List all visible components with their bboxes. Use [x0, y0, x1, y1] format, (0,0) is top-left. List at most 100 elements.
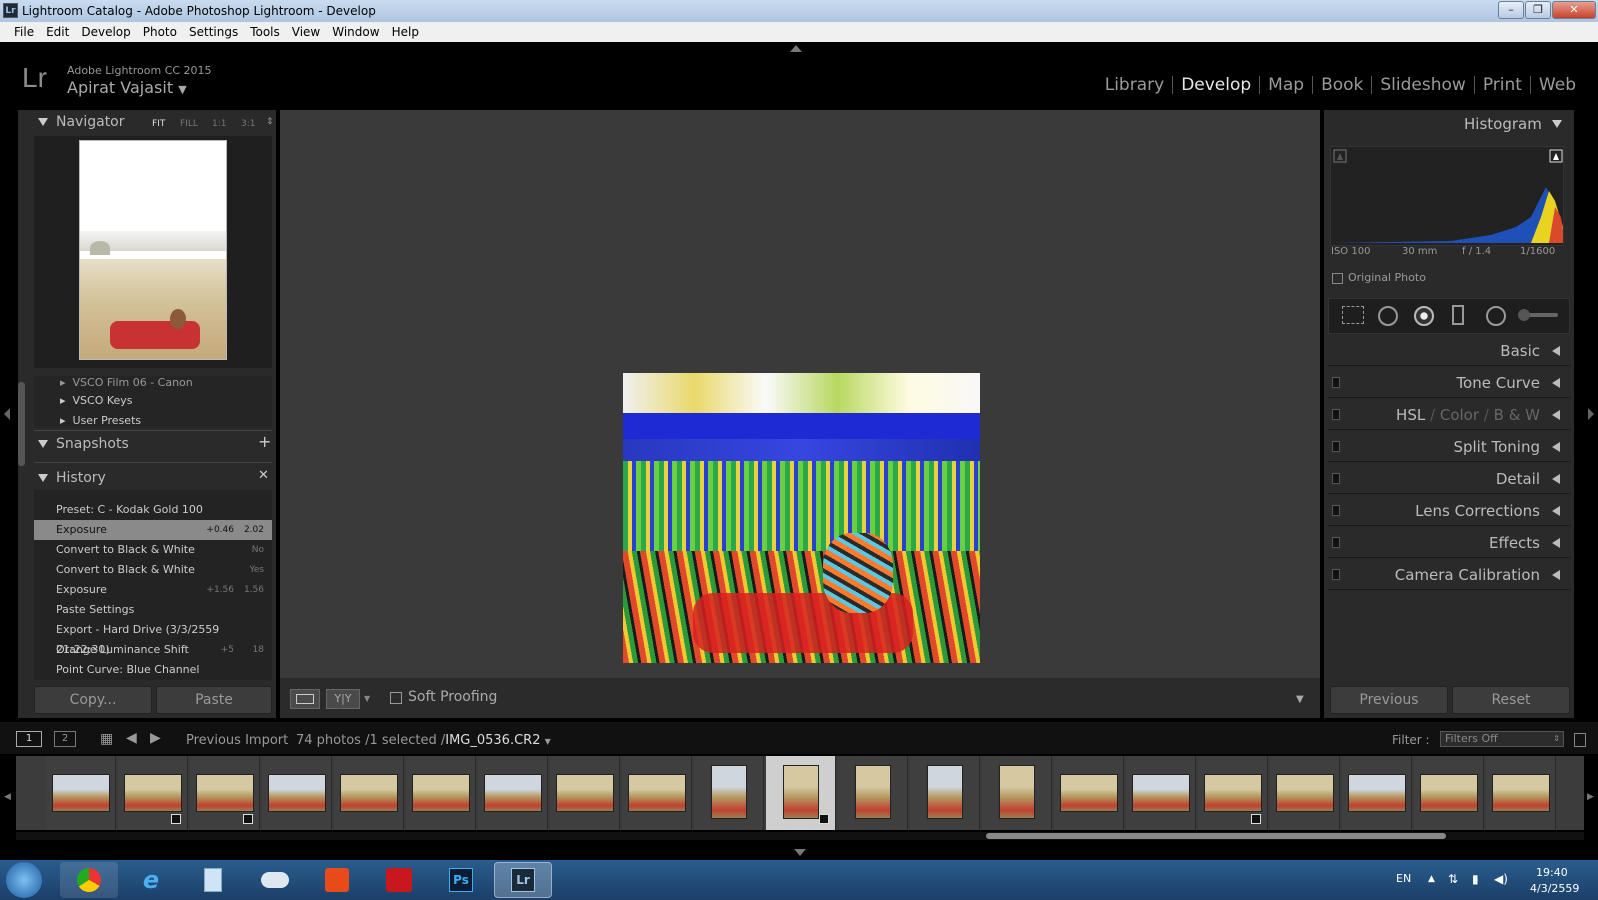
- module-develop[interactable]: Develop: [1172, 76, 1259, 94]
- bw-tab[interactable]: B & W: [1494, 406, 1540, 424]
- navigator-header[interactable]: Navigator: [38, 114, 125, 130]
- zoom-fit[interactable]: FIT: [152, 119, 165, 129]
- right-panel-toggle-icon[interactable]: [1588, 408, 1594, 420]
- filmstrip-cell[interactable]: [550, 756, 620, 830]
- taskbar-ie[interactable]: e: [122, 862, 180, 898]
- menu-edit[interactable]: Edit: [40, 25, 75, 39]
- filmstrip-cell[interactable]: [910, 756, 980, 830]
- panel-toggle-switch[interactable]: [1332, 441, 1340, 452]
- history-item[interactable]: Preset: C - Kodak Gold 100: [34, 500, 272, 520]
- panel-toggle-switch[interactable]: [1332, 377, 1340, 388]
- panel-detail[interactable]: Detail: [1328, 464, 1570, 494]
- forward-arrow-icon[interactable]: ▶: [150, 730, 161, 746]
- panel-basic[interactable]: Basic: [1328, 336, 1570, 366]
- filmstrip-cell[interactable]: [1054, 756, 1124, 830]
- adjustment-brush-icon[interactable]: [1518, 309, 1558, 321]
- develop-badge-icon[interactable]: [171, 814, 181, 824]
- menu-file[interactable]: File: [8, 25, 40, 39]
- left-panel-toggle-icon[interactable]: [4, 408, 10, 420]
- menu-settings[interactable]: Settings: [183, 25, 244, 39]
- filmstrip-left-arrow-icon[interactable]: ◀: [4, 792, 11, 802]
- primary-window-button[interactable]: 1: [16, 731, 42, 747]
- module-print[interactable]: Print: [1473, 76, 1530, 94]
- left-panel-scrollbar[interactable]: [18, 382, 25, 466]
- module-slideshow[interactable]: Slideshow: [1371, 76, 1473, 94]
- history-item[interactable]: Orange Luminance Shift +5 18: [34, 640, 272, 660]
- loupe-view-button[interactable]: [290, 689, 320, 709]
- bottom-panel-toggle-icon[interactable]: [794, 849, 806, 856]
- filmstrip-cell-selected[interactable]: [766, 756, 836, 830]
- start-button-icon[interactable]: [6, 862, 42, 898]
- filmstrip-cell[interactable]: [118, 756, 188, 830]
- filmstrip-cell[interactable]: [622, 756, 692, 830]
- filmstrip-cell[interactable]: [1270, 756, 1340, 830]
- photo-count[interactable]: 74 photos /1 selected /IMG_0536.CR2 ▼: [296, 733, 551, 748]
- zoom-fill[interactable]: FILL: [180, 119, 198, 129]
- filmstrip-cell[interactable]: [1198, 756, 1268, 830]
- filmstrip-cell[interactable]: [46, 756, 116, 830]
- spot-removal-icon[interactable]: [1378, 306, 1398, 326]
- tray-sync-icon[interactable]: ⇅: [1448, 872, 1458, 886]
- filmstrip-cell[interactable]: [982, 756, 1052, 830]
- panel-toggle-switch[interactable]: [1332, 505, 1340, 516]
- network-icon[interactable]: ▮: [1472, 872, 1479, 886]
- collapse-triangle-icon[interactable]: [1552, 120, 1562, 128]
- panel-hsl[interactable]: HSL / Color / B & W: [1328, 400, 1570, 430]
- taskbar-lightroom[interactable]: Lr: [494, 862, 552, 898]
- filmstrip-right-arrow-icon[interactable]: ▶: [1587, 792, 1594, 802]
- clock-time[interactable]: 19:40: [1536, 866, 1568, 879]
- panel-toggle-switch[interactable]: [1332, 569, 1340, 580]
- filmstrip-cell[interactable]: [1126, 756, 1196, 830]
- original-photo-checkbox[interactable]: [1332, 273, 1343, 284]
- filmstrip-cell[interactable]: [262, 756, 332, 830]
- filmstrip-scrollbar[interactable]: [986, 833, 1446, 839]
- copy-button[interactable]: Copy...: [34, 686, 152, 714]
- menu-help[interactable]: Help: [386, 25, 425, 39]
- secondary-window-button[interactable]: 2: [54, 731, 76, 747]
- filmstrip-cell[interactable]: [1486, 756, 1556, 830]
- filmstrip-cell[interactable]: [1342, 756, 1412, 830]
- filmstrip-cell[interactable]: [406, 756, 476, 830]
- clock-date[interactable]: 4/3/2559: [1530, 882, 1579, 895]
- module-book[interactable]: Book: [1312, 76, 1371, 94]
- history-item[interactable]: Export - Hard Drive (3/3/2559 21:22:30): [34, 620, 272, 656]
- crop-tool-icon[interactable]: [1342, 306, 1364, 324]
- add-snapshot-icon[interactable]: +: [258, 432, 271, 451]
- clear-history-icon[interactable]: ✕: [258, 468, 269, 483]
- top-panel-toggle-icon[interactable]: [790, 45, 802, 52]
- filter-dropdown[interactable]: Filters Off ⇕: [1440, 731, 1564, 747]
- before-after-button[interactable]: Y|Y: [326, 689, 360, 709]
- taskbar-chrome[interactable]: [60, 862, 118, 898]
- panel-lens-corrections[interactable]: Lens Corrections: [1328, 496, 1570, 526]
- preset-folder-vsco-film-06[interactable]: ▸ VSCO Film 06 - Canon: [60, 376, 193, 386]
- panel-toggle-switch[interactable]: [1332, 409, 1340, 420]
- filmstrip-cell[interactable]: [190, 756, 260, 830]
- zoom-stepper-icon[interactable]: ⇕: [266, 117, 274, 127]
- develop-badge-icon[interactable]: [1251, 814, 1261, 824]
- filmstrip-cell[interactable]: [478, 756, 548, 830]
- tray-up-arrow-icon[interactable]: ▲: [1428, 874, 1435, 884]
- soft-proofing-checkbox[interactable]: [390, 692, 402, 704]
- filmstrip-cell[interactable]: [694, 756, 764, 830]
- language-indicator[interactable]: EN: [1396, 872, 1411, 885]
- color-tab[interactable]: Color: [1440, 406, 1479, 424]
- panel-toggle-switch[interactable]: [1332, 473, 1340, 484]
- history-item-selected[interactable]: Exposure +0.46 2.02: [34, 520, 272, 540]
- reset-button[interactable]: Reset: [1452, 686, 1570, 714]
- menu-window[interactable]: Window: [326, 25, 385, 39]
- history-item[interactable]: Point Curve: Blue Channel: [34, 660, 272, 678]
- preset-folder-vsco-keys[interactable]: ▸ VSCO Keys: [60, 394, 133, 407]
- main-photo-preview[interactable]: [623, 373, 980, 663]
- taskbar-photoshop[interactable]: Ps: [432, 862, 490, 898]
- filmstrip-cell[interactable]: [334, 756, 404, 830]
- radial-filter-icon[interactable]: [1486, 306, 1506, 326]
- history-item[interactable]: Paste Settings: [34, 600, 272, 620]
- menu-photo[interactable]: Photo: [137, 25, 183, 39]
- volume-icon[interactable]: ◀): [1494, 872, 1508, 886]
- develop-badge-icon[interactable]: [243, 814, 253, 824]
- menu-tools[interactable]: Tools: [244, 25, 286, 39]
- close-button[interactable]: ✕: [1552, 1, 1596, 19]
- minimize-button[interactable]: –: [1498, 1, 1524, 19]
- taskbar-creative-cloud[interactable]: [370, 862, 428, 898]
- hsl-tab[interactable]: HSL: [1396, 406, 1425, 424]
